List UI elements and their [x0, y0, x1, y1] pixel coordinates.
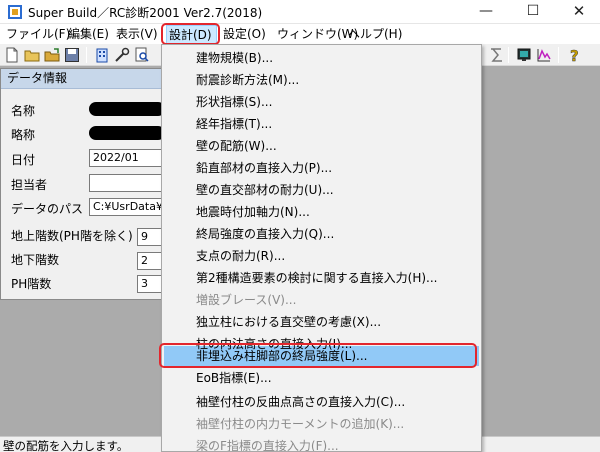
- menu-item-second-class-element[interactable]: 第2種構造要素の検討に関する直接入力(H)...: [196, 267, 437, 289]
- help-icon[interactable]: ?: [566, 47, 582, 66]
- new-file-icon[interactable]: [4, 47, 20, 63]
- field-label-basement: 地下階数: [11, 253, 60, 267]
- highlighted-item-callout: [159, 343, 477, 368]
- close-button[interactable]: ✕: [556, 0, 600, 24]
- maximize-button[interactable]: ☐: [510, 0, 556, 24]
- menu-item-support-strength[interactable]: 支点の耐力(R)...: [196, 245, 285, 267]
- menu-item-building-scale[interactable]: 建物規模(B)...: [196, 47, 273, 69]
- menu-item-wing-wall-moment: 袖壁付柱の内力モーメントの追加(K)...: [196, 417, 405, 431]
- menu-item-diagnosis-method[interactable]: 耐震診断方法(M)...: [196, 69, 299, 91]
- app-icon: [7, 4, 23, 20]
- redacted-name: [89, 102, 165, 116]
- minimize-button[interactable]: —: [463, 0, 509, 24]
- person-field[interactable]: [89, 174, 165, 192]
- graph-icon[interactable]: [536, 47, 552, 63]
- svg-text:?: ?: [570, 47, 579, 63]
- data-info-title: データ情報: [1, 69, 163, 89]
- menu-item-seismic-axial-force[interactable]: 地震時付加軸力(N)...: [196, 201, 310, 223]
- search-icon[interactable]: [134, 47, 150, 63]
- folder-icon[interactable]: [44, 47, 60, 63]
- menu-item-added-brace: 増設ブレース(V)...: [196, 293, 297, 307]
- menu-file[interactable]: ファイル(F): [4, 24, 72, 44]
- data-info-panel: データ情報 名称 略称 日付 2022/01 担当者 データのパス C:¥Usr…: [0, 68, 165, 300]
- menu-item-eob-index[interactable]: EoB指標(E)...: [196, 367, 272, 389]
- field-label-floors: 地上階数(PH階を除く): [11, 229, 133, 243]
- sigma-icon[interactable]: [488, 47, 504, 63]
- field-label-date: 日付: [11, 153, 36, 167]
- field-label-name: 名称: [11, 104, 36, 118]
- building-icon[interactable]: [94, 47, 110, 63]
- path-field[interactable]: C:¥UsrData¥S: [89, 198, 165, 216]
- save-icon[interactable]: [64, 47, 80, 63]
- field-label-abbr: 略称: [11, 128, 36, 142]
- field-label-ph: PH階数: [11, 277, 52, 291]
- monitor-icon[interactable]: [516, 47, 532, 63]
- toolbar-separator: [86, 47, 87, 63]
- menu-edit[interactable]: 編集(E): [66, 24, 111, 44]
- menu-item-wing-wall-inflection-height[interactable]: 袖壁付柱の反曲点高さの直接入力(C)...: [196, 391, 405, 413]
- field-label-person: 担当者: [11, 178, 48, 192]
- menu-item-wall-orthogonal-strength[interactable]: 壁の直交部材の耐力(U)...: [196, 179, 334, 201]
- menu-bar: ファイル(F) 編集(E) 表示(V) 設計(D) 設定(O) ウィンドウ(W)…: [0, 24, 600, 44]
- tools-icon[interactable]: [114, 47, 130, 63]
- menu-item-ultimate-strength-input[interactable]: 終局強度の直接入力(Q)...: [196, 223, 334, 245]
- menu-settings[interactable]: 設定(O): [221, 24, 268, 44]
- window-title: Super Build／RC診断2001 Ver2.7(2018): [28, 6, 263, 20]
- menu-design-callout: [161, 23, 220, 45]
- open-folder-icon[interactable]: [24, 47, 40, 63]
- status-text: 壁の配筋を入力します。: [3, 439, 129, 452]
- redacted-abbr: [89, 126, 165, 140]
- menu-item-beam-f-index: 梁のF指標の直接入力(F)...: [196, 439, 339, 452]
- menu-item-independent-column-wall[interactable]: 独立柱における直交壁の考慮(X)...: [196, 311, 381, 333]
- toolbar-separator: [508, 47, 509, 63]
- menu-item-wall-reinforcement[interactable]: 壁の配筋(W)...: [196, 135, 277, 157]
- menu-item-vertical-member-input[interactable]: 鉛直部材の直接入力(P)...: [196, 157, 332, 179]
- menu-view[interactable]: 表示(V): [114, 24, 160, 44]
- design-dropdown-menu: 建物規模(B)... 耐震診断方法(M)... 形状指標(S)... 経年指標(…: [161, 44, 482, 452]
- toolbar-separator: [558, 47, 559, 63]
- menu-item-shape-index[interactable]: 形状指標(S)...: [196, 91, 272, 113]
- menu-item-aging-index[interactable]: 経年指標(T)...: [196, 113, 272, 135]
- menu-help[interactable]: ヘルプ(H): [346, 24, 404, 44]
- title-bar: Super Build／RC診断2001 Ver2.7(2018) — ☐ ✕: [0, 0, 600, 24]
- date-field[interactable]: 2022/01: [89, 149, 165, 167]
- field-label-path: データのパス: [11, 202, 84, 216]
